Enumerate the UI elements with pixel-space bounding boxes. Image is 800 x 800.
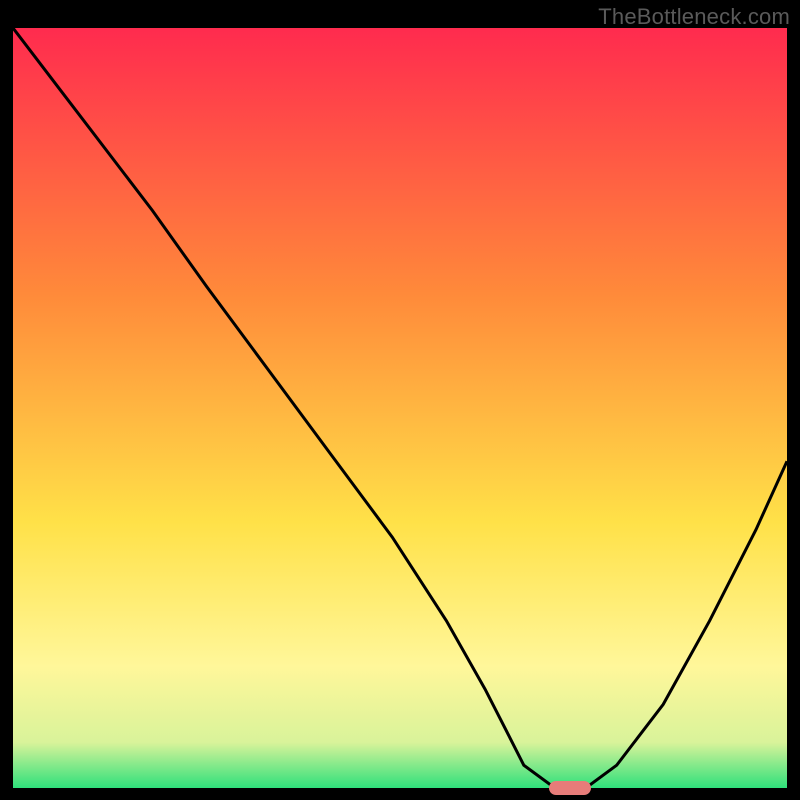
- chart-frame: TheBottleneck.com: [0, 0, 800, 800]
- plot-area: [13, 28, 787, 788]
- plot-svg: [13, 28, 787, 788]
- gradient-background: [13, 28, 787, 788]
- watermark-text: TheBottleneck.com: [598, 4, 790, 30]
- optimal-marker: [549, 781, 591, 795]
